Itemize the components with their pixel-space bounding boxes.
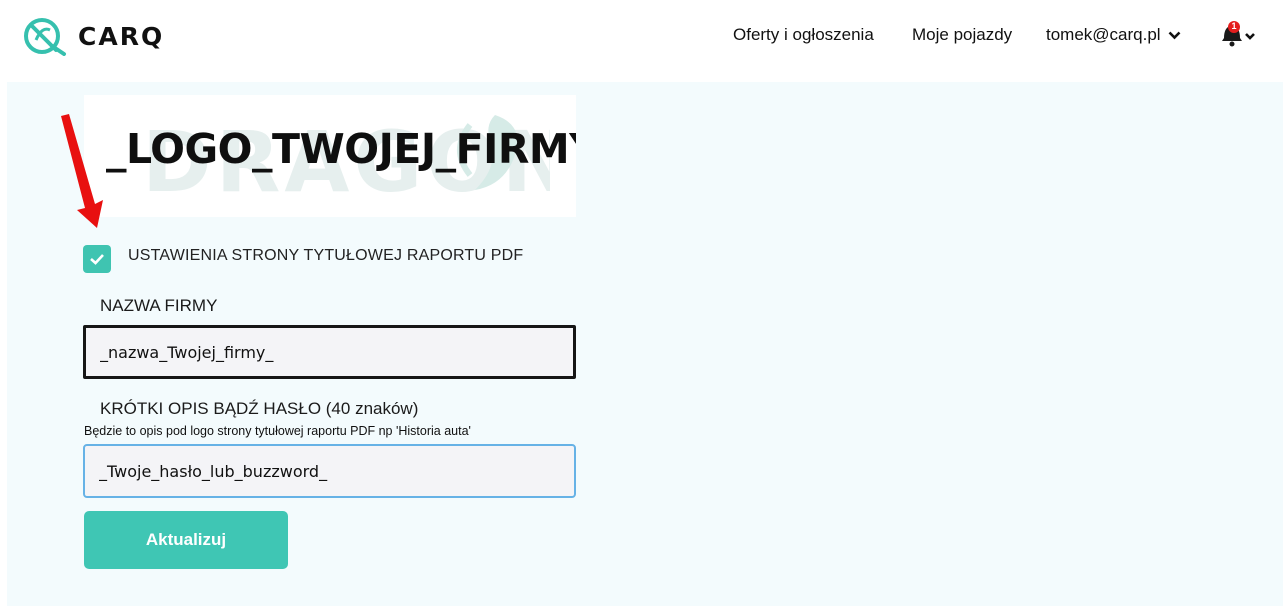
short-description-hint: Będzie to opis pod logo strony tytułowej… bbox=[84, 424, 471, 438]
carq-logo-icon bbox=[24, 18, 66, 56]
notification-badge-count: 1 bbox=[1231, 21, 1237, 31]
bell-icon bbox=[1222, 21, 1255, 47]
notifications-menu[interactable]: 1 bbox=[1220, 20, 1260, 50]
nav-link-my-vehicles[interactable]: Moje pojazdy bbox=[912, 22, 1012, 48]
short-description-input[interactable] bbox=[83, 444, 576, 498]
update-button[interactable]: Aktualizuj bbox=[84, 511, 288, 569]
short-description-label: KRÓTKI OPIS BĄDŹ HASŁO (40 znaków) bbox=[100, 399, 419, 418]
company-name-label: NAZWA FIRMY bbox=[100, 296, 218, 315]
checkbox-label: USTAWIENIA STRONY TYTUŁOWEJ RAPORTU PDF bbox=[128, 247, 524, 264]
user-email: tomek@carq.pl bbox=[1046, 25, 1161, 44]
brand-name: CARQ bbox=[78, 21, 165, 51]
nav-link-offers[interactable]: Oferty i ogłoszenia bbox=[733, 22, 874, 48]
company-name-input[interactable] bbox=[83, 325, 576, 379]
company-logo-preview[interactable]: DRAGON _LOGO_TWOJEJ_FIRMY_ bbox=[84, 95, 576, 217]
check-icon bbox=[90, 254, 104, 265]
chevron-down-icon bbox=[1168, 31, 1180, 39]
user-menu[interactable]: tomek@carq.pl bbox=[1046, 22, 1181, 48]
brand-logo[interactable]: CARQ bbox=[22, 16, 164, 56]
top-navbar: CARQ Oferty i ogłoszenia Moje pojazdy to… bbox=[0, 0, 1283, 82]
red-arrow-annotation bbox=[61, 114, 103, 228]
pdf-title-settings-checkbox[interactable] bbox=[83, 245, 111, 273]
logo-placeholder-text: _LOGO_TWOJEJ_FIRMY_ bbox=[106, 125, 576, 173]
